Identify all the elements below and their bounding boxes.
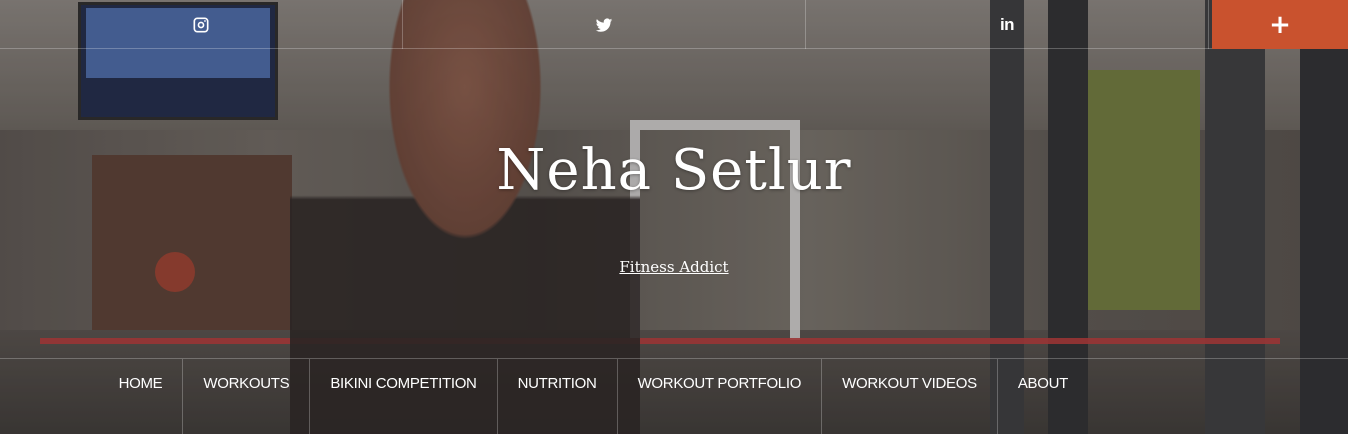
nav-item-home[interactable]: HOME xyxy=(99,359,183,434)
linkedin-link[interactable]: in xyxy=(806,0,1209,49)
nav-item-label: WORKOUT PORTFOLIO xyxy=(637,374,802,392)
nav-item-label: WORKOUT VIDEOS xyxy=(842,374,977,392)
more-social-button[interactable]: + xyxy=(1212,0,1348,49)
instagram-link[interactable] xyxy=(0,0,403,49)
nav-item-label: HOME xyxy=(118,374,163,392)
main-navigation: HOME WORKOUTS BIKINI COMPETITION NUTRITI… xyxy=(0,358,1348,434)
nav-menu: HOME WORKOUTS BIKINI COMPETITION NUTRITI… xyxy=(99,359,1088,434)
twitter-icon xyxy=(595,17,613,32)
nav-item-workout-videos[interactable]: WORKOUT VIDEOS xyxy=(821,359,997,434)
linkedin-icon: in xyxy=(999,14,1015,34)
twitter-link[interactable] xyxy=(403,0,806,49)
nav-item-workouts[interactable]: WORKOUTS xyxy=(182,359,309,434)
nav-item-label: BIKINI COMPETITION xyxy=(330,374,477,392)
header-hero: in + Neha Setlur Fitness Addict HOME WOR… xyxy=(0,0,1348,434)
nav-item-about[interactable]: ABOUT xyxy=(996,359,1088,434)
plus-icon: + xyxy=(1269,9,1291,40)
site-title[interactable]: Neha Setlur xyxy=(0,138,1348,203)
nav-item-bikini-competition[interactable]: BIKINI COMPETITION xyxy=(309,359,496,434)
site-tagline[interactable]: Fitness Addict xyxy=(0,258,1348,276)
social-bar: in + xyxy=(0,0,1348,49)
instagram-icon xyxy=(193,17,209,32)
nav-item-label: ABOUT xyxy=(1017,374,1068,392)
nav-item-workout-portfolio[interactable]: WORKOUT PORTFOLIO xyxy=(616,359,822,434)
nav-item-nutrition[interactable]: NUTRITION xyxy=(496,359,617,434)
nav-item-label: NUTRITION xyxy=(517,374,597,392)
nav-item-label: WORKOUTS xyxy=(203,374,290,392)
